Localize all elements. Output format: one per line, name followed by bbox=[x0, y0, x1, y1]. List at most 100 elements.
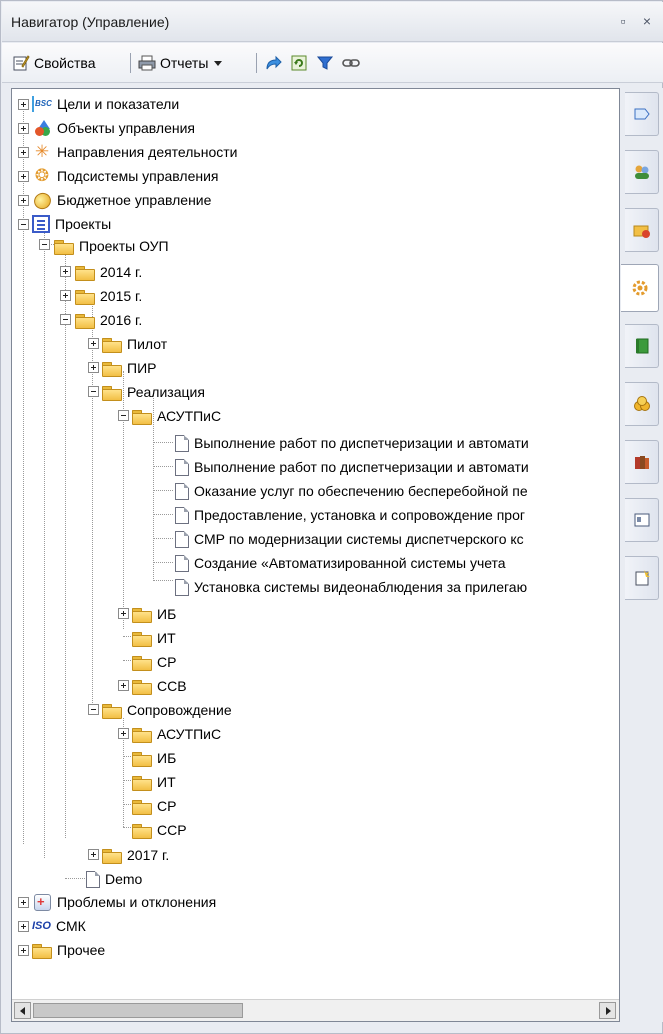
window-title-bar: Навигатор (Управление) ▫ × bbox=[2, 2, 663, 42]
expand-toggle[interactable] bbox=[18, 171, 29, 182]
expand-toggle[interactable] bbox=[18, 99, 29, 110]
go-button[interactable] bbox=[264, 52, 286, 74]
tree-node[interactable]: 2014 г. bbox=[75, 261, 142, 283]
tree-node[interactable]: Пилот bbox=[102, 333, 167, 355]
tree-node[interactable]: ССР bbox=[132, 819, 187, 841]
expand-toggle[interactable] bbox=[88, 849, 99, 860]
tree-node[interactable]: СР bbox=[132, 651, 176, 673]
tab-objects[interactable] bbox=[625, 208, 659, 252]
tree-node[interactable]: Выполнение работ по диспетчеризации и ав… bbox=[175, 456, 529, 478]
goals-icon bbox=[634, 108, 650, 120]
printer-icon bbox=[138, 55, 156, 71]
folder-icon bbox=[132, 631, 152, 647]
book-icon bbox=[635, 338, 648, 354]
tree-node[interactable]: ПИР bbox=[102, 357, 156, 379]
tree-node[interactable]: Объекты управления bbox=[32, 117, 195, 139]
expand-toggle[interactable] bbox=[18, 945, 29, 956]
tree-node[interactable]: 2017 г. bbox=[102, 844, 169, 866]
filter-button[interactable] bbox=[316, 52, 338, 74]
tree-node[interactable]: Установка системы видеонаблюдения за при… bbox=[175, 576, 527, 598]
tab-coins[interactable] bbox=[625, 382, 659, 426]
tree-node[interactable]: Реализация bbox=[102, 381, 205, 403]
tab-goals[interactable] bbox=[625, 92, 659, 136]
tree-node[interactable]: Создание «Автоматизированной системы уче… bbox=[175, 552, 506, 574]
tab-book[interactable] bbox=[625, 324, 659, 368]
tree-node[interactable]: СМР по модернизации системы диспетчерско… bbox=[175, 528, 524, 550]
tree-node[interactable]: СР bbox=[132, 795, 176, 817]
collapse-toggle[interactable] bbox=[118, 410, 129, 421]
folder-icon bbox=[102, 848, 122, 864]
folder-icon bbox=[75, 289, 95, 305]
properties-button[interactable]: Свойства bbox=[12, 52, 95, 74]
objects-icon bbox=[633, 225, 650, 238]
tab-new-document[interactable] bbox=[625, 556, 659, 600]
tree-node[interactable]: Предоставление, установка и сопровождени… bbox=[175, 504, 525, 526]
close-button[interactable]: × bbox=[638, 12, 656, 30]
tab-library[interactable] bbox=[625, 440, 659, 484]
collapse-toggle[interactable] bbox=[88, 704, 99, 715]
tree-node[interactable]: Проекты bbox=[32, 213, 111, 235]
collapse-toggle[interactable] bbox=[60, 314, 71, 325]
tree-connector bbox=[153, 514, 173, 515]
tree-connector bbox=[23, 105, 24, 844]
collapse-toggle[interactable] bbox=[39, 239, 50, 250]
tree-panel: BSC Цели и показатели Объекты управления… bbox=[11, 88, 620, 1022]
tree-node[interactable]: ✳ Направления деятельности bbox=[32, 141, 238, 163]
tab-subsystems[interactable] bbox=[621, 264, 659, 312]
expand-toggle[interactable] bbox=[88, 338, 99, 349]
bsc-icon: BSC bbox=[32, 96, 52, 112]
tree-node[interactable]: ИБ bbox=[132, 603, 176, 625]
tree-node[interactable]: Оказание услуг по обеспечению бесперебой… bbox=[175, 480, 528, 502]
project-icon bbox=[32, 215, 50, 233]
tree-node[interactable]: Проекты ОУП bbox=[54, 235, 169, 257]
tree-node[interactable]: 2015 г. bbox=[75, 285, 142, 307]
reports-label: Отчеты bbox=[160, 55, 209, 71]
tree-node[interactable]: BSC Цели и показатели bbox=[32, 93, 179, 115]
tree-node[interactable]: Сопровождение bbox=[102, 699, 232, 721]
folder-icon bbox=[102, 703, 122, 719]
scroll-right-button[interactable] bbox=[599, 1002, 616, 1019]
tree-node[interactable]: АСУТПиС bbox=[132, 405, 221, 427]
expand-toggle[interactable] bbox=[18, 897, 29, 908]
tree-node[interactable]: Бюджетное управление bbox=[32, 189, 211, 211]
tree-node[interactable]: АСУТПиС bbox=[132, 723, 221, 745]
refresh-button[interactable] bbox=[290, 52, 312, 74]
tree-node[interactable]: ISO СМК bbox=[32, 915, 86, 937]
expand-toggle[interactable] bbox=[118, 728, 129, 739]
expand-toggle[interactable] bbox=[118, 680, 129, 691]
link-button[interactable] bbox=[342, 52, 364, 74]
tree-node[interactable]: ❂ Подсистемы управления bbox=[32, 165, 219, 187]
iso-icon: ISO bbox=[32, 920, 51, 932]
tree-node[interactable]: Выполнение работ по диспетчеризации и ав… bbox=[175, 432, 529, 454]
expand-toggle[interactable] bbox=[60, 290, 71, 301]
tree-node[interactable]: ИТ bbox=[132, 627, 176, 649]
horizontal-scrollbar[interactable] bbox=[12, 999, 619, 1021]
folder-icon bbox=[132, 409, 152, 425]
tab-users[interactable] bbox=[625, 150, 659, 194]
expand-toggle[interactable] bbox=[88, 362, 99, 373]
expand-toggle[interactable] bbox=[60, 266, 71, 277]
tree-node[interactable]: ССВ bbox=[132, 675, 187, 697]
tab-card[interactable] bbox=[625, 498, 659, 542]
pin-button[interactable]: ▫ bbox=[614, 12, 632, 30]
folder-icon bbox=[132, 823, 152, 839]
collapse-toggle[interactable] bbox=[88, 386, 99, 397]
tree-node[interactable]: Прочее bbox=[32, 939, 105, 961]
scroll-left-button[interactable] bbox=[14, 1002, 31, 1019]
document-icon bbox=[175, 578, 189, 596]
expand-toggle[interactable] bbox=[118, 608, 129, 619]
folder-icon bbox=[102, 361, 122, 377]
tree-node[interactable]: ИБ bbox=[132, 747, 176, 769]
document-icon bbox=[175, 506, 189, 524]
expand-toggle[interactable] bbox=[18, 123, 29, 134]
scroll-thumb[interactable] bbox=[33, 1003, 243, 1018]
tree-node[interactable]: Demo bbox=[86, 868, 142, 890]
tree-node[interactable]: 2016 г. bbox=[75, 309, 142, 331]
tree-node[interactable]: Проблемы и отклонения bbox=[32, 891, 216, 913]
expand-toggle[interactable] bbox=[18, 147, 29, 158]
collapse-toggle[interactable] bbox=[18, 219, 29, 230]
expand-toggle[interactable] bbox=[18, 195, 29, 206]
tree-node[interactable]: ИТ bbox=[132, 771, 176, 793]
expand-toggle[interactable] bbox=[18, 921, 29, 932]
reports-dropdown[interactable]: Отчеты bbox=[138, 52, 223, 74]
